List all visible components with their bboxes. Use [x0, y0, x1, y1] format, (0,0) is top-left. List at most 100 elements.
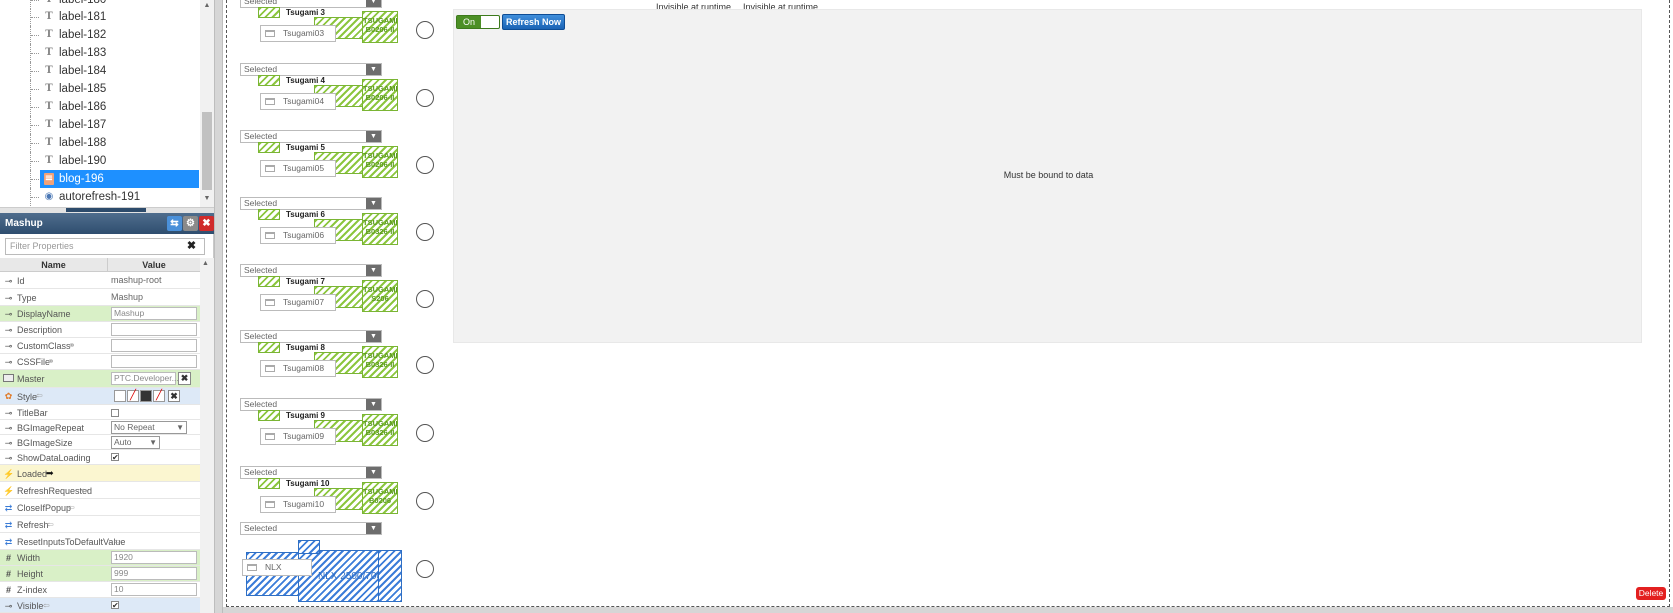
prop-id[interactable]: ⊸ Id mashup-root: [0, 272, 200, 289]
scroll-down-icon[interactable]: ▼: [202, 195, 212, 205]
label-icon: T: [45, 155, 53, 166]
prop-cssfile[interactable]: ⊸ CSSFile ⚭: [0, 354, 200, 370]
chevron-down-icon[interactable]: ▼: [366, 198, 381, 209]
machine-textbox[interactable]: Tsugami06: [260, 227, 336, 244]
service-resetinputs[interactable]: ⇄ ResetInputsToDefaultValue ⇦: [0, 533, 200, 550]
tree-item[interactable]: Tlabel-185: [0, 80, 200, 98]
machine-widget-tsugami-4[interactable]: Selected ▼ Tsugami 4 TSUGAMI B0206-II Tsu…: [240, 63, 440, 123]
prop-width[interactable]: # Width 1920: [0, 550, 200, 566]
chevron-down-icon[interactable]: ▼: [366, 131, 381, 142]
zindex-field[interactable]: 10: [111, 583, 197, 596]
tree-item[interactable]: ◉ autorefresh-191: [0, 188, 200, 206]
prop-height[interactable]: # Height 999: [0, 566, 200, 582]
machine-widget-tsugami-5[interactable]: Selected ▼ Tsugami 5 TSUGAMI B0206-II Tsu…: [240, 130, 440, 190]
machine-textbox[interactable]: Tsugami04: [260, 93, 336, 110]
master-field[interactable]: PTC.Developer...: [111, 372, 179, 385]
link-icon[interactable]: ⚭: [68, 340, 76, 351]
prop-zindex[interactable]: # Z-index 10: [0, 582, 200, 598]
data-bound-container[interactable]: Must be bound to data: [453, 9, 1642, 343]
tree-item-selected[interactable]: ≡ blog-196: [0, 170, 200, 188]
chevron-down-icon[interactable]: ▼: [366, 64, 381, 75]
machine-widget-tsugami-8[interactable]: Selected ▼ Tsugami 8 TSUGAMI B0326-II Tsu…: [240, 330, 440, 390]
tree-item[interactable]: Tlabel-190: [0, 152, 200, 170]
share-icon[interactable]: ⇆: [167, 216, 182, 231]
prop-customclass[interactable]: ⊸ CustomClass ⚭: [0, 338, 200, 354]
machine-textbox[interactable]: Tsugami08: [260, 360, 336, 377]
tree-item[interactable]: Tlabel-184: [0, 62, 200, 80]
bgimagerepeat-select[interactable]: No Repeat ▼: [111, 421, 187, 434]
tree-scrollbar[interactable]: ▲ ▼: [200, 0, 214, 207]
delete-button[interactable]: Delete: [1636, 587, 1666, 600]
machine-widget-tsugami-10[interactable]: Selected ▼ Tsugami 10 TSUGAMI B0206 Tsuga…: [240, 466, 440, 526]
machine-textbox[interactable]: Tsugami07: [260, 294, 336, 311]
prop-visible[interactable]: ⊸ Visible ⇦ ✔: [0, 598, 200, 613]
chevron-down-icon[interactable]: ▼: [366, 467, 381, 478]
scroll-up-icon[interactable]: ▲: [202, 2, 212, 12]
prop-displayname[interactable]: ⊸ DisplayName Mashup: [0, 306, 200, 322]
customclass-field[interactable]: [111, 339, 197, 352]
tree-item[interactable]: Tlabel-181: [0, 8, 200, 26]
chevron-down-icon[interactable]: ▼: [366, 523, 381, 534]
chevron-down-icon[interactable]: ▼: [366, 0, 381, 7]
link-icon[interactable]: ⚭: [47, 356, 55, 367]
tree-item[interactable]: Tlabel-182: [0, 26, 200, 44]
clear-style-icon[interactable]: ✖: [168, 390, 180, 402]
tree-item[interactable]: Tlabel-186: [0, 98, 200, 116]
scroll-thumb[interactable]: [202, 112, 212, 190]
properties-scrollbar[interactable]: ▲: [200, 258, 214, 613]
cssfile-field[interactable]: [111, 355, 197, 368]
filter-properties-input[interactable]: Filter Properties ✖: [5, 238, 205, 255]
machine-widget-nlx[interactable]: Selected ▼ NLX 2500/700 NLX: [240, 522, 440, 602]
event-refreshrequested[interactable]: ⚡ RefreshRequested ⇦: [0, 482, 200, 499]
chevron-down-icon[interactable]: ▼: [366, 331, 381, 342]
style-swatch-none[interactable]: ╱: [127, 390, 139, 402]
prop-master[interactable]: Master PTC.Developer... ✖: [0, 370, 200, 388]
machine-textbox[interactable]: Tsugami03: [260, 25, 336, 42]
event-loaded[interactable]: ⚡ Loaded ➡: [0, 465, 200, 482]
machine-textbox[interactable]: Tsugami10: [260, 496, 336, 513]
autorefresh-toggle[interactable]: On: [456, 15, 500, 29]
prop-bgimagerepeat[interactable]: ⊸ BGImageRepeat No Repeat ▼: [0, 420, 200, 435]
style-swatch-none[interactable]: ╱: [153, 390, 165, 402]
bgimagesize-select[interactable]: Auto ▼: [111, 436, 160, 449]
style-swatch-white[interactable]: [114, 390, 126, 402]
machine-textbox[interactable]: Tsugami09: [260, 428, 336, 445]
showdataloading-checkbox[interactable]: ✔: [111, 453, 119, 462]
close-icon[interactable]: ✖: [199, 216, 214, 231]
service-closeifpopup[interactable]: ⇄ CloseIfPopup ⇦: [0, 499, 200, 516]
machine-dropdown[interactable]: Selected ▼: [240, 522, 382, 535]
tree-item[interactable]: Tlabel-187: [0, 116, 200, 134]
titlebar-checkbox[interactable]: [111, 409, 119, 417]
prop-description[interactable]: ⊸ Description: [0, 322, 200, 338]
clear-filter-icon[interactable]: ✖: [185, 240, 198, 253]
chevron-down-icon[interactable]: ▼: [366, 399, 381, 410]
machine-widget-tsugami-3[interactable]: Selected ▼ Tsugami 3 TSUGAMI B0206-II Tsu…: [240, 0, 440, 55]
settings-icon[interactable]: ⚙: [183, 216, 198, 231]
width-field[interactable]: 1920: [111, 551, 197, 564]
prop-type[interactable]: ⊸ Type Mashup: [0, 289, 200, 306]
machine-widget-tsugami-6[interactable]: Selected ▼ Tsugami 6 TSUGAMI B0326-II Tsu…: [240, 197, 440, 257]
panel-divider[interactable]: [214, 0, 223, 613]
description-field[interactable]: [111, 323, 197, 336]
tree-item[interactable]: Tlabel-188: [0, 134, 200, 152]
machine-widget-tsugami-9[interactable]: Selected ▼ Tsugami 9 TSUGAMI B0326-II Tsu…: [240, 398, 440, 458]
prop-style[interactable]: ✿ Style ⇦ ╱ ╱ ✖: [0, 388, 200, 405]
tree-item[interactable]: Tlabel-183: [0, 44, 200, 62]
bind-arrow-icon: ⇦: [114, 537, 121, 546]
prop-showdataloading[interactable]: ⊸ ShowDataLoading ✔: [0, 450, 200, 465]
prop-titlebar[interactable]: ⊸ TitleBar: [0, 405, 200, 420]
displayname-field[interactable]: Mashup: [111, 307, 197, 320]
clear-master-icon[interactable]: ✖: [178, 372, 191, 385]
machine-textbox[interactable]: NLX: [242, 559, 312, 576]
style-swatch-dark[interactable]: [140, 390, 152, 402]
service-refresh[interactable]: ⇄ Refresh ⇦: [0, 516, 200, 533]
visible-checkbox[interactable]: ✔: [111, 601, 119, 610]
prop-bgimagesize[interactable]: ⊸ BGImageSize Auto ▼: [0, 435, 200, 450]
machine-widget-tsugami-7[interactable]: Selected ▼ Tsugami 7 TSUGAMI S206 Tsugami…: [240, 264, 440, 324]
height-field[interactable]: 999: [111, 567, 197, 580]
splitter-grip[interactable]: [66, 208, 146, 212]
chevron-down-icon[interactable]: ▼: [366, 265, 381, 276]
refresh-now-button[interactable]: Refresh Now: [502, 14, 565, 30]
machine-textbox[interactable]: Tsugami05: [260, 160, 336, 177]
scroll-up-icon[interactable]: ▲: [202, 260, 209, 267]
